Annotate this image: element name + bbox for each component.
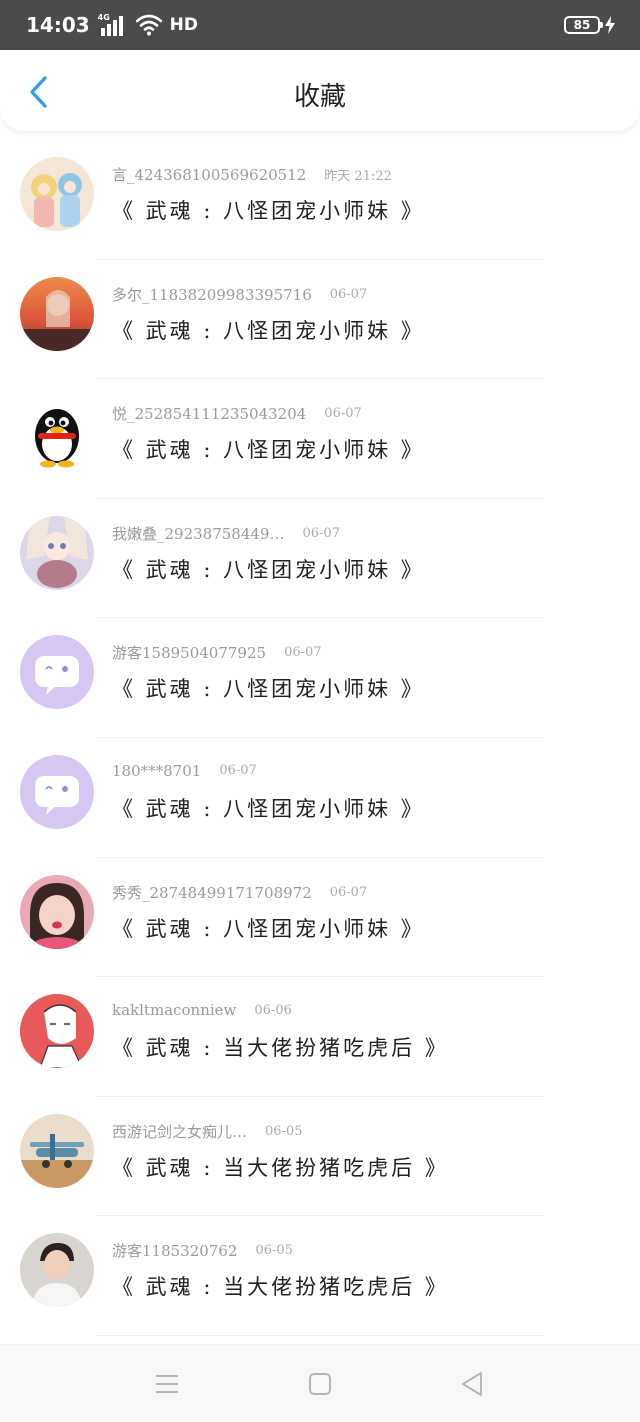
item-date: 06-06 bbox=[254, 1002, 292, 1018]
user-name: 游客1589504077925 bbox=[112, 644, 267, 663]
list-item[interactable]: 秀秀_28748499171708972 06-07 《 武魂 : 八怪团宠小师… bbox=[0, 858, 640, 978]
user-name: 西游记剑之女痴儿… bbox=[112, 1122, 248, 1141]
page-title: 收藏 bbox=[293, 82, 346, 112]
item-date: 06-07 bbox=[284, 645, 322, 661]
list-item[interactable]: 西游记剑之女痴儿… 06-05 《 武魂 : 当大佬扮猪吃虎后 》 bbox=[0, 1097, 640, 1217]
user-name: 悦_252854111235043204 bbox=[112, 405, 307, 424]
home-button[interactable] bbox=[303, 1367, 337, 1401]
avatar[interactable] bbox=[20, 157, 94, 231]
item-meta: 西游记剑之女痴儿… 06-05 bbox=[112, 1121, 303, 1142]
user-name: 游客1185320762 bbox=[112, 1242, 238, 1261]
avatar[interactable] bbox=[20, 754, 94, 829]
item-meta: 游客1185320762 06-05 bbox=[112, 1240, 293, 1261]
menu-button[interactable] bbox=[150, 1367, 184, 1401]
avatar[interactable] bbox=[20, 276, 94, 351]
anime-girls-avatar-icon bbox=[20, 157, 94, 231]
default-chat-avatar-icon bbox=[20, 754, 94, 829]
item-date: 06-07 bbox=[329, 884, 368, 900]
book-title[interactable]: 《 武魂 : 八怪团宠小师妹 》 bbox=[112, 554, 425, 584]
book-title[interactable]: 《 武魂 : 当大佬扮猪吃虎后 》 bbox=[112, 1152, 449, 1182]
avatar[interactable] bbox=[20, 874, 94, 949]
item-date: 06-07 bbox=[219, 763, 257, 779]
book-title[interactable]: 《 武魂 : 当大佬扮猪吃虎后 》 bbox=[112, 1032, 449, 1062]
toy-plane-avatar-icon bbox=[20, 1113, 94, 1188]
user-name: 言_424368100569620512 bbox=[112, 166, 307, 184]
user-name: 多尔_11838209983395716 bbox=[112, 285, 312, 304]
list-item[interactable]: 180***8701 06-07 《 武魂 : 八怪团宠小师妹 》 bbox=[0, 738, 640, 858]
avatar[interactable] bbox=[20, 1113, 94, 1188]
clock: 14:03 bbox=[26, 13, 90, 37]
favorites-list: 言_424368100569620512 昨天 21:22 《 武魂 : 八怪团… bbox=[0, 140, 640, 1336]
menu-icon bbox=[156, 1375, 178, 1393]
avatar[interactable] bbox=[20, 994, 94, 1069]
default-chat-avatar-icon bbox=[20, 635, 94, 710]
wifi-icon bbox=[135, 14, 162, 36]
list-item[interactable]: 游客1185320762 06-05 《 武魂 : 当大佬扮猪吃虎后 》 bbox=[0, 1216, 640, 1336]
list-item[interactable]: 言_424368100569620512 昨天 21:22 《 武魂 : 八怪团… bbox=[0, 140, 640, 260]
item-meta: 悦_252854111235043204 06-07 bbox=[112, 403, 362, 424]
item-meta: 180***8701 06-07 bbox=[112, 762, 257, 780]
list-item[interactable]: 我嫩叠_29238758449… 06-07 《 武魂 : 八怪团宠小师妹 》 bbox=[0, 499, 640, 619]
square-home-icon bbox=[309, 1373, 331, 1395]
item-date: 06-05 bbox=[265, 1123, 303, 1139]
book-title[interactable]: 《 武魂 : 当大佬扮猪吃虎后 》 bbox=[112, 1271, 449, 1301]
triangle-back-icon bbox=[462, 1372, 482, 1396]
system-nav-bar bbox=[0, 1344, 640, 1422]
battery-level: 85 bbox=[573, 18, 591, 32]
boy-photo-avatar-icon bbox=[20, 1233, 94, 1308]
user-name: 我嫩叠_29238758449… bbox=[112, 524, 285, 543]
item-meta: 我嫩叠_29238758449… 06-07 bbox=[112, 523, 340, 544]
item-date: 06-07 bbox=[329, 286, 368, 302]
book-title[interactable]: 《 武魂 : 八怪团宠小师妹 》 bbox=[112, 195, 425, 225]
battery-icon: 85 bbox=[564, 16, 603, 34]
divider bbox=[96, 1334, 544, 1336]
hd-label: HD bbox=[169, 15, 199, 35]
book-title[interactable]: 《 武魂 : 八怪团宠小师妹 》 bbox=[112, 793, 425, 823]
status-bar: 14:03 4G HD 85 bbox=[0, 0, 640, 50]
avatar[interactable] bbox=[20, 635, 94, 710]
anime-bunny-avatar-icon bbox=[20, 515, 94, 590]
item-meta: 言_424368100569620512 昨天 21:22 bbox=[112, 164, 392, 185]
user-name: 秀秀_28748499171708972 bbox=[112, 883, 312, 902]
list-item[interactable]: 多尔_11838209983395716 06-07 《 武魂 : 八怪团宠小师… bbox=[0, 260, 640, 380]
book-title[interactable]: 《 武魂 : 八怪团宠小师妹 》 bbox=[112, 913, 425, 943]
item-meta: 秀秀_28748499171708972 06-07 bbox=[112, 882, 367, 903]
book-title[interactable]: 《 武魂 : 八怪团宠小师妹 》 bbox=[112, 673, 425, 703]
qq-penguin-avatar-icon bbox=[20, 396, 94, 471]
item-date: 昨天 21:22 bbox=[324, 169, 392, 184]
header: 收藏 bbox=[0, 50, 640, 132]
avatar[interactable] bbox=[20, 1233, 94, 1308]
sketch-boy-avatar-icon bbox=[20, 994, 94, 1069]
book-title[interactable]: 《 武魂 : 八怪团宠小师妹 》 bbox=[112, 434, 425, 464]
charging-bolt-icon bbox=[605, 16, 615, 34]
user-name: 180***8701 bbox=[112, 761, 202, 780]
avatar[interactable] bbox=[20, 515, 94, 590]
nav-back-button[interactable] bbox=[455, 1367, 489, 1401]
book-title[interactable]: 《 武魂 : 八怪团宠小师妹 》 bbox=[112, 315, 425, 345]
sunset-girl-avatar-icon bbox=[20, 276, 94, 351]
item-date: 06-05 bbox=[255, 1243, 293, 1259]
cellular-signal-icon: 4G bbox=[98, 13, 128, 36]
user-name: kakltmaconniew bbox=[112, 1001, 237, 1020]
list-item[interactable]: 悦_252854111235043204 06-07 《 武魂 : 八怪团宠小师… bbox=[0, 379, 640, 499]
item-date: 06-07 bbox=[324, 406, 362, 422]
avatar[interactable] bbox=[20, 396, 94, 471]
item-meta: kakltmaconniew 06-06 bbox=[112, 1001, 292, 1019]
list-item[interactable]: kakltmaconniew 06-06 《 武魂 : 当大佬扮猪吃虎后 》 bbox=[0, 977, 640, 1097]
girl-photo-avatar-icon bbox=[20, 874, 94, 949]
item-date: 06-07 bbox=[302, 525, 340, 541]
list-item[interactable]: 游客1589504077925 06-07 《 武魂 : 八怪团宠小师妹 》 bbox=[0, 618, 640, 738]
item-meta: 多尔_11838209983395716 06-07 bbox=[112, 284, 367, 305]
item-meta: 游客1589504077925 06-07 bbox=[112, 642, 322, 663]
